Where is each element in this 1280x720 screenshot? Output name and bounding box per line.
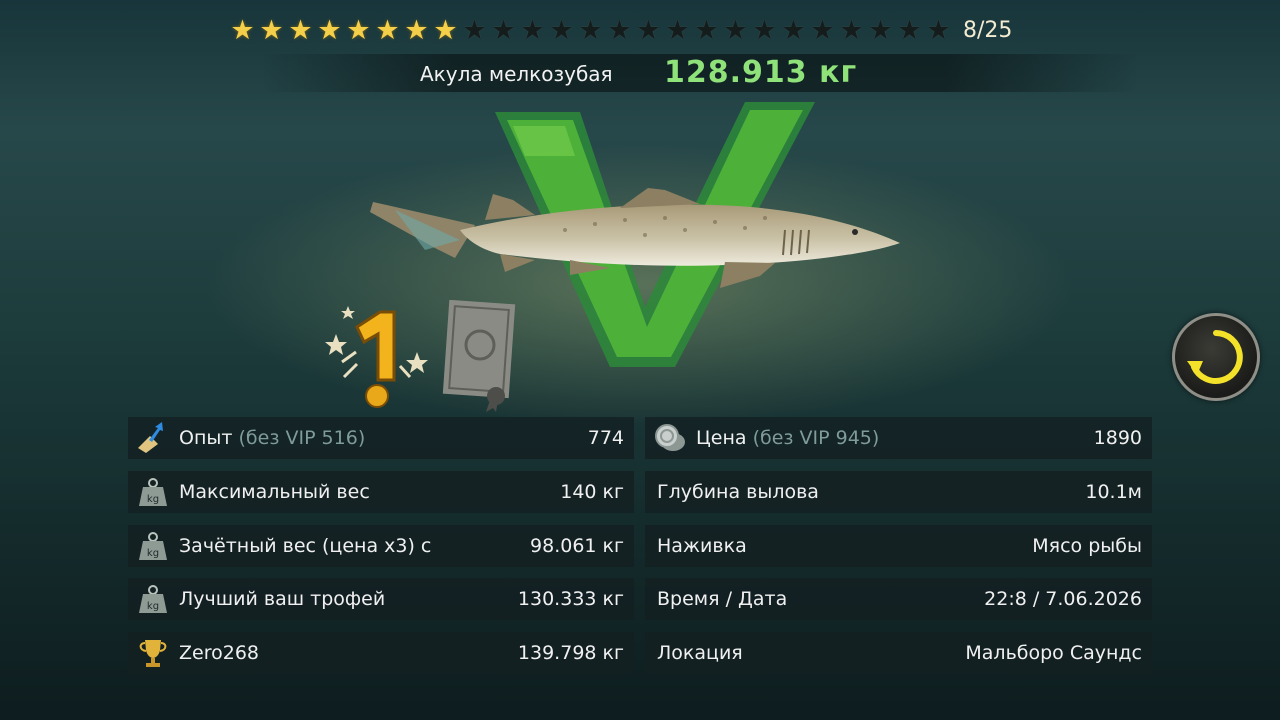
star-empty-icon: ★ [462,15,487,46]
stat-value: Мясо рыбы [1032,535,1142,557]
rank-first-icon [325,306,428,408]
star-empty-icon: ★ [781,15,806,46]
stat-label: Цена [696,427,747,449]
star-empty-icon: ★ [578,15,603,46]
star-empty-icon: ★ [549,15,574,46]
trophy-icon [139,640,167,667]
stat-value: Мальборо Саундс [965,642,1142,664]
replay-icon [1187,330,1243,384]
rating-counter: 8/25 [963,18,1013,43]
star-rating: ★ ★ ★ ★ ★ ★ ★ ★ ★ ★ ★ ★ ★ ★ ★ ★ ★ ★ ★ ★ ★ ★ ★ ★ ★ [228,16,953,46]
stat-row-best-trophy: kg Лучший ваш трофей 130.333 кг [128,578,634,620]
stat-label: Время / Дата [657,588,788,610]
star-filled-icon: ★ [404,15,429,46]
star-filled-icon: ★ [317,15,342,46]
svg-text:kg: kg [147,494,159,505]
star-filled-icon: ★ [288,15,313,46]
replay-button[interactable] [1172,313,1260,401]
star-empty-icon: ★ [607,15,632,46]
stat-value: 130.333 кг [517,588,624,610]
shark-image [370,188,900,288]
stat-value: 22:8 / 7.06.2026 [984,588,1142,610]
stat-label: Локация [657,642,743,664]
star-empty-icon: ★ [665,15,690,46]
stat-value: 10.1м [1085,481,1142,503]
stat-row-depth: Глубина вылова 10.1м [645,471,1152,513]
catch-weight: 128.913 кг [664,55,858,90]
xp-arrow-icon [138,422,163,453]
stat-row-experience: Опыт (без VIP 516) 774 [128,417,634,459]
stat-label: Максимальный вес [179,481,370,503]
stat-label: Наживка [657,535,747,557]
svg-text:kg: kg [147,548,159,559]
weight-icon: kg [139,478,167,506]
star-empty-icon: ★ [636,15,661,46]
star-empty-icon: ★ [926,15,951,46]
star-filled-icon: ★ [346,15,371,46]
record-holder-name: Zero268 [179,642,259,664]
star-empty-icon: ★ [723,15,748,46]
stat-sublabel: (без VIP 945) [752,427,880,449]
stat-label: Лучший ваш трофей [179,588,386,610]
weight-icon: kg [139,532,167,560]
certificate-icon [442,300,516,412]
species-name: Акула мелкозубая [420,62,613,86]
star-empty-icon: ★ [694,15,719,46]
stat-row-record-holder: Zero268 139.798 кг [128,632,634,674]
star-empty-icon: ★ [520,15,545,46]
star-empty-icon: ★ [810,15,835,46]
stat-label: Опыт [179,427,233,449]
star-filled-icon: ★ [259,15,284,46]
stat-row-price: Цена (без VIP 945) 1890 [645,417,1152,459]
stat-value: 140 кг [560,481,624,503]
stat-row-bait: Наживка Мясо рыбы [645,525,1152,567]
stat-row-credited-weight: kg Зачётный вес (цена х3) с 98.061 кг [128,525,634,567]
coin-icon [655,424,685,451]
star-filled-icon: ★ [230,15,255,46]
weight-icon: kg [139,585,167,613]
star-empty-icon: ★ [868,15,893,46]
stat-label: Зачётный вес (цена х3) с [179,535,432,557]
stat-row-location: Локация Мальборо Саундс [645,632,1152,674]
star-empty-icon: ★ [491,15,516,46]
stat-row-time-date: Время / Дата 22:8 / 7.06.2026 [645,578,1152,620]
stat-value: 139.798 кг [517,642,624,664]
star-empty-icon: ★ [752,15,777,46]
star-filled-icon: ★ [433,15,458,46]
star-empty-icon: ★ [839,15,864,46]
stat-value: 1890 [1093,427,1142,449]
svg-text:kg: kg [147,601,159,612]
stat-value: 774 [587,427,624,449]
stat-label: Глубина вылова [657,481,819,503]
stat-sublabel: (без VIP 516) [238,427,366,449]
star-empty-icon: ★ [897,15,922,46]
stat-value: 98.061 кг [530,535,624,557]
stat-row-max-weight: kg Максимальный вес 140 кг [128,471,634,513]
star-filled-icon: ★ [375,15,400,46]
